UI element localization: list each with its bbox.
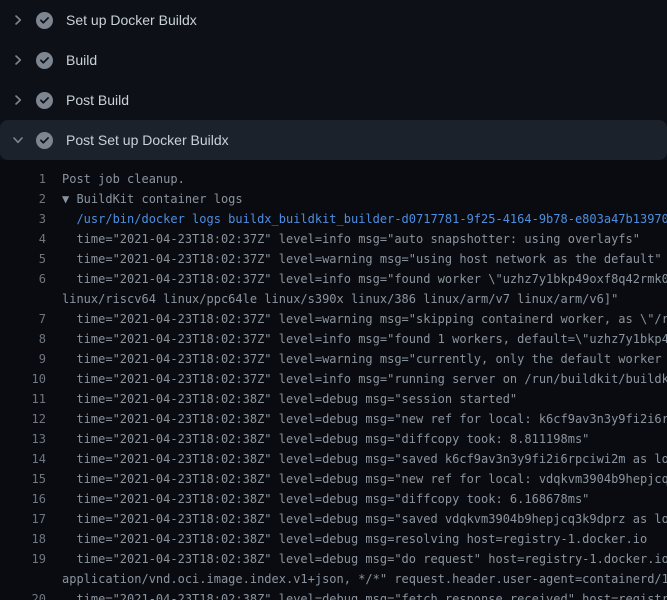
log-text: time="2021-04-23T18:02:38Z" level=debug … bbox=[46, 509, 667, 529]
log-text: time="2021-04-23T18:02:38Z" level=debug … bbox=[46, 409, 667, 429]
log-line: 12 time="2021-04-23T18:02:38Z" level=deb… bbox=[0, 409, 667, 429]
log-line: 18 time="2021-04-23T18:02:38Z" level=deb… bbox=[0, 529, 667, 549]
line-number[interactable]: 7 bbox=[0, 309, 46, 329]
log-text: time="2021-04-23T18:02:38Z" level=debug … bbox=[46, 429, 589, 449]
log-text: time="2021-04-23T18:02:38Z" level=debug … bbox=[46, 529, 647, 549]
line-number[interactable]: 15 bbox=[0, 469, 46, 489]
log-line: 16 time="2021-04-23T18:02:38Z" level=deb… bbox=[0, 489, 667, 509]
log-text: time="2021-04-23T18:02:38Z" level=debug … bbox=[46, 469, 667, 489]
log-text: time="2021-04-23T18:02:37Z" level=info m… bbox=[46, 369, 667, 389]
check-circle-icon bbox=[36, 12, 53, 29]
line-number[interactable]: 5 bbox=[0, 249, 46, 269]
line-number[interactable]: 13 bbox=[0, 429, 46, 449]
log-line: 19 time="2021-04-23T18:02:38Z" level=deb… bbox=[0, 549, 667, 569]
log-text: time="2021-04-23T18:02:38Z" level=debug … bbox=[46, 589, 667, 600]
line-number[interactable]: 9 bbox=[0, 349, 46, 369]
log-line: 3 /usr/bin/docker logs buildx_buildkit_b… bbox=[0, 209, 667, 229]
step-header-set-up-docker-buildx[interactable]: Set up Docker Buildx bbox=[0, 0, 667, 40]
line-number[interactable]: 18 bbox=[0, 529, 46, 549]
log-line: 6 time="2021-04-23T18:02:37Z" level=info… bbox=[0, 269, 667, 289]
line-number[interactable]: 8 bbox=[0, 329, 46, 349]
log-text: time="2021-04-23T18:02:37Z" level=info m… bbox=[46, 269, 667, 289]
chevron-right-icon bbox=[10, 12, 26, 28]
line-number[interactable]: 14 bbox=[0, 449, 46, 469]
log-group-line: 2▼ BuildKit container logs bbox=[0, 189, 667, 209]
log-line: 10 time="2021-04-23T18:02:37Z" level=inf… bbox=[0, 369, 667, 389]
check-circle-icon bbox=[36, 132, 53, 149]
log-line: 7 time="2021-04-23T18:02:37Z" level=warn… bbox=[0, 309, 667, 329]
log-text: time="2021-04-23T18:02:38Z" level=debug … bbox=[46, 389, 517, 409]
log-text: linux/riscv64 linux/ppc64le linux/s390x … bbox=[46, 289, 618, 309]
check-circle-icon bbox=[36, 92, 53, 109]
line-number[interactable]: 10 bbox=[0, 369, 46, 389]
step-label: Post Build bbox=[66, 92, 129, 108]
step-label: Post Set up Docker Buildx bbox=[66, 132, 229, 148]
log-panel: 1Post job cleanup.2▼ BuildKit container … bbox=[0, 160, 667, 600]
line-number[interactable]: 1 bbox=[0, 169, 46, 189]
line-number[interactable]: 20 bbox=[0, 589, 46, 600]
step-header-post-build[interactable]: Post Build bbox=[0, 80, 667, 120]
log-text: application/vnd.oci.image.index.v1+json,… bbox=[46, 569, 667, 589]
step-header-build[interactable]: Build bbox=[0, 40, 667, 80]
log-line: linux/riscv64 linux/ppc64le linux/s390x … bbox=[0, 289, 667, 309]
check-circle-icon bbox=[36, 52, 53, 69]
log-line: 1Post job cleanup. bbox=[0, 169, 667, 189]
line-number[interactable]: 12 bbox=[0, 409, 46, 429]
log-text: time="2021-04-23T18:02:38Z" level=debug … bbox=[46, 489, 589, 509]
line-number[interactable]: 17 bbox=[0, 509, 46, 529]
line-number[interactable]: 16 bbox=[0, 489, 46, 509]
log-text: time="2021-04-23T18:02:37Z" level=info m… bbox=[46, 229, 640, 249]
line-number[interactable]: 2 bbox=[0, 189, 46, 209]
step-header-post-set-up-docker-buildx[interactable]: Post Set up Docker Buildx bbox=[0, 120, 667, 160]
log-text: time="2021-04-23T18:02:37Z" level=info m… bbox=[46, 329, 667, 349]
line-number[interactable]: 6 bbox=[0, 269, 46, 289]
log-line: 15 time="2021-04-23T18:02:38Z" level=deb… bbox=[0, 469, 667, 489]
log-group-toggle[interactable]: ▼ BuildKit container logs bbox=[46, 189, 243, 209]
log-line: 8 time="2021-04-23T18:02:37Z" level=info… bbox=[0, 329, 667, 349]
log-line: 17 time="2021-04-23T18:02:38Z" level=deb… bbox=[0, 509, 667, 529]
line-number[interactable]: 11 bbox=[0, 389, 46, 409]
log-line: 9 time="2021-04-23T18:02:37Z" level=warn… bbox=[0, 349, 667, 369]
log-text: time="2021-04-23T18:02:37Z" level=warnin… bbox=[46, 249, 662, 269]
step-label: Build bbox=[66, 52, 97, 68]
log-text: time="2021-04-23T18:02:38Z" level=debug … bbox=[46, 549, 667, 569]
log-text: time="2021-04-23T18:02:38Z" level=debug … bbox=[46, 449, 667, 469]
line-number bbox=[0, 569, 46, 589]
log-line: 4 time="2021-04-23T18:02:37Z" level=info… bbox=[0, 229, 667, 249]
log-text: /usr/bin/docker logs buildx_buildkit_bui… bbox=[46, 209, 667, 229]
log-line: 13 time="2021-04-23T18:02:38Z" level=deb… bbox=[0, 429, 667, 449]
log-text: time="2021-04-23T18:02:37Z" level=warnin… bbox=[46, 349, 667, 369]
log-line: application/vnd.oci.image.index.v1+json,… bbox=[0, 569, 667, 589]
step-label: Set up Docker Buildx bbox=[66, 12, 197, 28]
log-line: 14 time="2021-04-23T18:02:38Z" level=deb… bbox=[0, 449, 667, 469]
log-text: time="2021-04-23T18:02:37Z" level=warnin… bbox=[46, 309, 667, 329]
chevron-down-icon bbox=[10, 132, 26, 148]
line-number[interactable]: 4 bbox=[0, 229, 46, 249]
chevron-right-icon bbox=[10, 52, 26, 68]
log-line: 11 time="2021-04-23T18:02:38Z" level=deb… bbox=[0, 389, 667, 409]
chevron-right-icon bbox=[10, 92, 26, 108]
line-number[interactable]: 19 bbox=[0, 549, 46, 569]
line-number bbox=[0, 289, 46, 309]
log-line: 5 time="2021-04-23T18:02:37Z" level=warn… bbox=[0, 249, 667, 269]
line-number[interactable]: 3 bbox=[0, 209, 46, 229]
log-line: 20 time="2021-04-23T18:02:38Z" level=deb… bbox=[0, 589, 667, 600]
step-list: Set up Docker Buildx Build Post Build Post … bbox=[0, 0, 667, 160]
log-text: Post job cleanup. bbox=[46, 169, 185, 189]
